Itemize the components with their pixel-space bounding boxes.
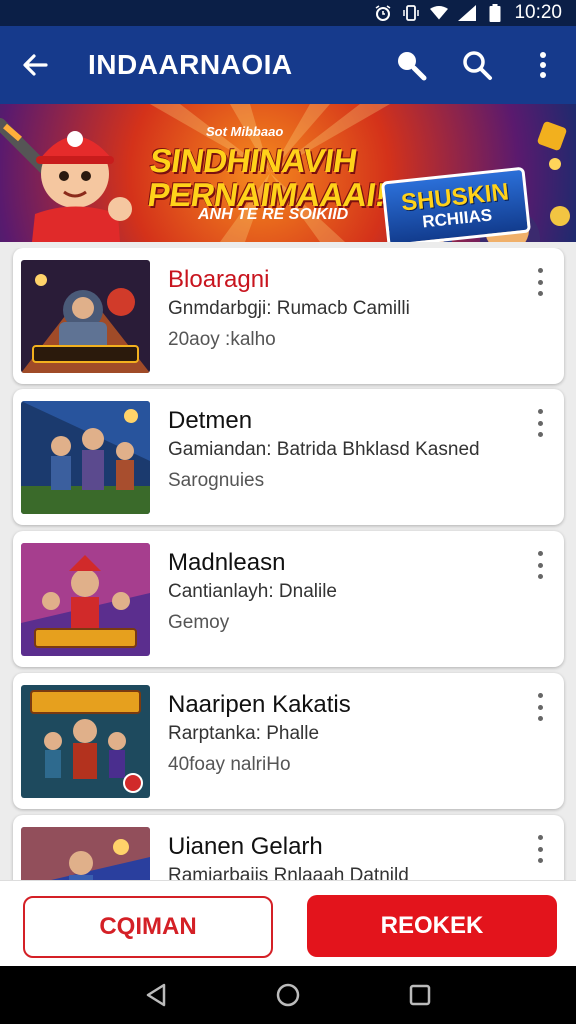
app-bar: INDAARNAOIA xyxy=(0,26,576,104)
back-arrow-icon xyxy=(23,54,48,76)
promo-banner[interactable]: Sot Mibbaao SINDHINAVIH PERNAIMAAAI! ANH… xyxy=(0,104,576,242)
vibrate-icon xyxy=(402,5,420,21)
signal-icon xyxy=(458,5,477,21)
back-button[interactable] xyxy=(0,26,70,104)
game-title: Uianen Gelarh xyxy=(168,833,323,860)
banner-title-line1: SINDHINAVIH xyxy=(147,142,360,179)
game-thumbnail xyxy=(21,401,150,514)
nav-recents-icon xyxy=(409,984,431,1006)
item-more-button[interactable] xyxy=(530,693,550,721)
game-title: Bloaragni xyxy=(168,266,270,293)
game-list[interactable]: Bloaragni Gnmdarbgji: Rumacb Camilli 20a… xyxy=(0,248,576,880)
banner-subline: ANH TE RE SOIKIID xyxy=(198,206,349,223)
primary-button[interactable]: REOKEK xyxy=(307,895,557,957)
game-subtitle: Ramiarbajis Rnlaaah Datnild xyxy=(168,865,409,880)
item-more-button[interactable] xyxy=(530,835,550,863)
bottom-action-bar: CQIMAN REOKEK xyxy=(0,880,576,966)
status-time: 10:20 xyxy=(514,2,562,23)
system-nav-bar xyxy=(0,966,576,1024)
list-item[interactable]: Naaripen Kakatis Rarptanka: Phalle 40foa… xyxy=(13,673,564,809)
game-subtitle: Cantianlayh: Dnalile xyxy=(168,581,337,602)
game-meta: 40foay nalriHo xyxy=(168,754,291,775)
alarm-icon xyxy=(374,5,392,21)
list-item[interactable]: Bloaragni Gnmdarbgji: Rumacb Camilli 20a… xyxy=(13,248,564,384)
game-thumbnail xyxy=(21,827,150,880)
game-subtitle: Gnmdarbgji: Rumacb Camilli xyxy=(168,298,410,319)
search-button[interactable] xyxy=(378,26,444,104)
nav-home-button[interactable] xyxy=(268,975,308,1015)
search-icon xyxy=(463,51,492,80)
game-title: Madnleasn xyxy=(168,549,286,576)
nav-back-button[interactable] xyxy=(136,975,176,1015)
banner-pretitle: Sot Mibbaao xyxy=(206,124,284,139)
more-vert-icon xyxy=(540,52,546,78)
game-thumbnail xyxy=(21,543,150,656)
game-thumbnail xyxy=(21,260,150,373)
game-subtitle: Gamiandan: Batrida Bhklasd Kasned xyxy=(168,439,480,460)
item-more-button[interactable] xyxy=(530,268,550,296)
game-title: Detmen xyxy=(168,407,253,434)
secondary-button[interactable]: CQIMAN xyxy=(23,896,273,958)
item-more-button[interactable] xyxy=(530,551,550,579)
game-thumbnail xyxy=(21,685,150,798)
battery-icon xyxy=(486,4,504,22)
game-subtitle: Rarptanka: Phalle xyxy=(168,723,320,744)
wifi-icon xyxy=(430,5,449,21)
left-hero-artwork xyxy=(0,118,132,242)
game-meta: Sarognuies xyxy=(168,470,265,491)
game-title: Naaripen Kakatis xyxy=(168,691,351,718)
game-meta: Gemoy xyxy=(168,612,230,633)
list-item[interactable]: Uianen Gelarh Ramiarbajis Rnlaaah Datnil… xyxy=(13,815,564,880)
item-more-button[interactable] xyxy=(530,409,550,437)
game-meta: 20aoy :kalho xyxy=(168,329,276,350)
nav-recents-button[interactable] xyxy=(400,975,440,1015)
status-bar: 10:20 xyxy=(0,0,576,26)
page-title: INDAARNAOIA xyxy=(88,49,293,80)
more-options-button[interactable] xyxy=(510,26,576,104)
nav-home-icon xyxy=(276,983,300,1007)
search-button-2[interactable] xyxy=(444,26,510,104)
list-item[interactable]: Madnleasn Cantianlayh: Dnalile Gemoy xyxy=(13,531,564,667)
nav-back-icon xyxy=(146,983,166,1007)
list-item[interactable]: Detmen Gamiandan: Batrida Bhklasd Kasned… xyxy=(13,389,564,525)
search-icon xyxy=(398,52,427,81)
